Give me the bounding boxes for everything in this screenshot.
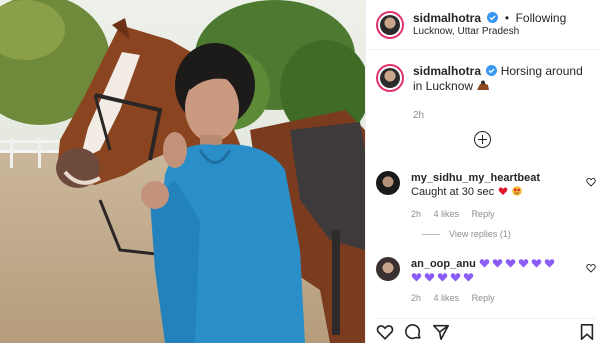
comment-text: Caught at 30 sec bbox=[411, 186, 495, 198]
comment-timestamp: 2h bbox=[411, 293, 422, 303]
comment-meta: 2h 4 likes Reply bbox=[411, 291, 571, 305]
caption-timestamp: 2h bbox=[413, 110, 425, 121]
comment-username[interactable]: my_sidhu_my_heartbeat bbox=[411, 172, 540, 184]
view-replies-link[interactable]: View replies (1) bbox=[422, 229, 511, 239]
author-info: sidmalhotra • Following Lucknow, Uttar P… bbox=[413, 11, 566, 39]
comment-meta: 2h 4 likes Reply bbox=[411, 207, 571, 221]
verified-badge-icon bbox=[487, 11, 499, 23]
post-action-bar bbox=[376, 318, 596, 343]
purple-heart-icon bbox=[450, 273, 461, 282]
caption-username[interactable]: sidmalhotra bbox=[413, 64, 481, 78]
purple-heart-icon bbox=[492, 259, 503, 268]
purple-heart-icon bbox=[437, 273, 448, 282]
purple-heart-icon bbox=[531, 259, 542, 268]
share-icon[interactable] bbox=[432, 323, 450, 341]
purple-heart-icon bbox=[463, 273, 474, 282]
instagram-post-frame: sidmalhotra • Following Lucknow, Uttar P… bbox=[0, 0, 600, 343]
heart-eyes-face-icon bbox=[512, 186, 523, 196]
purple-heart-icon bbox=[544, 259, 555, 268]
comment-body: my_sidhu_my_heartbeat Caught at 30 sec 2… bbox=[411, 171, 571, 221]
horse-rider-emoji-icon bbox=[477, 80, 490, 90]
purple-heart-icon bbox=[505, 259, 516, 268]
add-comment-plus-icon[interactable] bbox=[474, 131, 491, 148]
commenter-avatar[interactable] bbox=[376, 171, 400, 195]
comment-likes[interactable]: 4 likes bbox=[434, 209, 460, 219]
comment-item: my_sidhu_my_heartbeat Caught at 30 sec 2… bbox=[376, 171, 596, 221]
author-username[interactable]: sidmalhotra bbox=[413, 11, 481, 25]
comment-like-heart-icon[interactable] bbox=[586, 177, 596, 187]
author-avatar[interactable] bbox=[376, 10, 404, 39]
comment-timestamp: 2h bbox=[411, 209, 422, 219]
like-heart-icon[interactable] bbox=[376, 323, 394, 341]
post-header: sidmalhotra • Following Lucknow, Uttar P… bbox=[366, 0, 600, 50]
caption-author-avatar[interactable] bbox=[376, 64, 404, 92]
commenter-avatar[interactable] bbox=[376, 257, 400, 281]
separator-dot: • bbox=[504, 10, 510, 25]
caption-text-block: sidmalhotra Horsing around in Lucknow bbox=[413, 64, 583, 94]
purple-heart-icon bbox=[479, 259, 490, 268]
post-sidebar: sidmalhotra • Following Lucknow, Uttar P… bbox=[365, 0, 600, 343]
comment-body: an_oop_anu 2h 4 likes Reply bbox=[411, 257, 571, 305]
post-photo[interactable] bbox=[0, 0, 365, 343]
comment-like-heart-icon[interactable] bbox=[586, 263, 596, 273]
post-photo-image bbox=[0, 0, 365, 343]
comment-item: an_oop_anu 2h 4 likes Reply bbox=[376, 257, 596, 305]
save-bookmark-icon[interactable] bbox=[578, 323, 596, 341]
view-replies-line bbox=[422, 233, 440, 235]
purple-heart-icon bbox=[518, 259, 529, 268]
comment-icon[interactable] bbox=[404, 323, 422, 341]
view-replies-label[interactable]: View replies (1) bbox=[449, 229, 511, 239]
reply-button[interactable]: Reply bbox=[472, 209, 495, 219]
purple-heart-icon bbox=[424, 273, 435, 282]
comment-likes[interactable]: 4 likes bbox=[434, 293, 460, 303]
purple-heart-icon bbox=[411, 273, 422, 282]
red-heart-icon bbox=[498, 187, 508, 195]
verified-badge-icon bbox=[486, 65, 498, 76]
follow-status-button[interactable]: Following bbox=[516, 11, 567, 25]
post-caption: sidmalhotra Horsing around in Lucknow bbox=[366, 50, 600, 94]
reply-button[interactable]: Reply bbox=[472, 293, 495, 303]
comment-username[interactable]: an_oop_anu bbox=[411, 258, 476, 270]
post-location[interactable]: Lucknow, Uttar Pradesh bbox=[413, 25, 566, 39]
